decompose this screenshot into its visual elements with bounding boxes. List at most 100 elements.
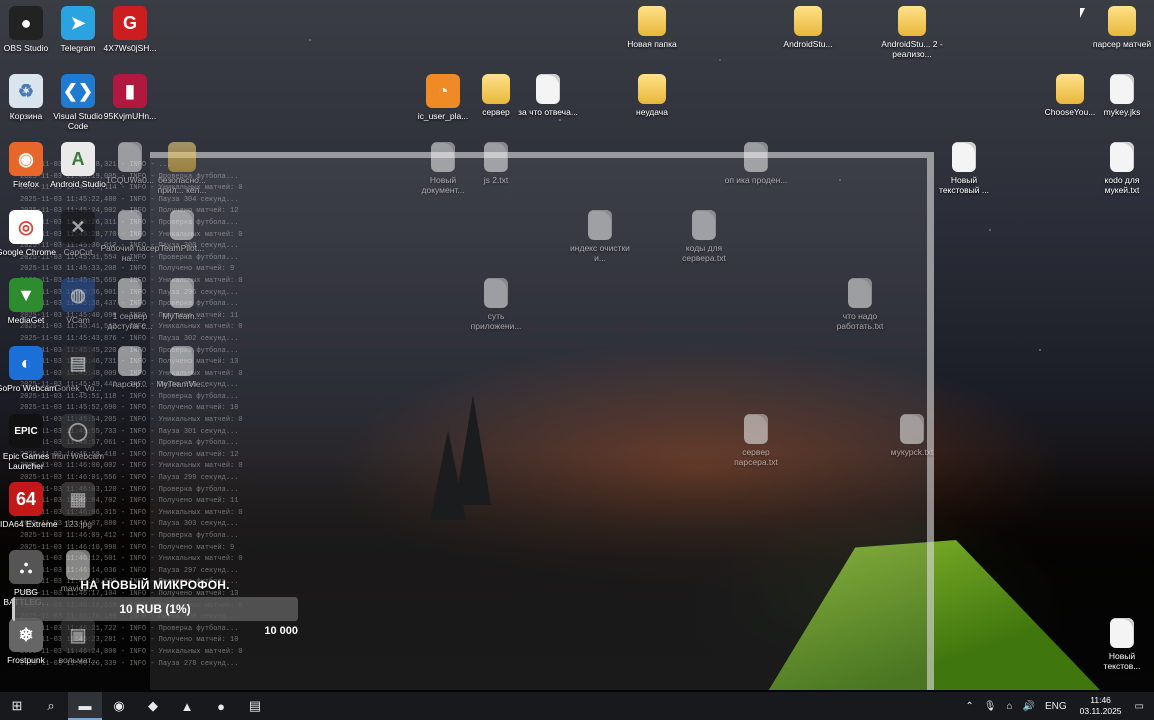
desktop-icon-label: 95KvjmUHn... xyxy=(103,111,157,121)
desktop-icon-label: Новый текстов... xyxy=(1103,651,1141,671)
desktop-icon-label: вольмат... xyxy=(58,655,98,665)
desktop-icon[interactable]: коды для сервера.txt xyxy=(672,210,736,263)
document-icon xyxy=(484,278,508,308)
desktop-icon[interactable]: сервер парсера.txt xyxy=(724,414,788,467)
desktop-icon-label: суть приложени... xyxy=(470,311,522,331)
clock-date: 03.11.2025 xyxy=(1079,706,1122,716)
desktop-icon[interactable]: суть приложени... xyxy=(464,278,528,331)
desktop-icon[interactable]: mykey.jks xyxy=(1090,74,1154,117)
volume-icon[interactable]: 🔊 xyxy=(1018,701,1040,712)
desktop-icon[interactable]: TeamPilot... xyxy=(150,210,214,253)
telegram-icon: ➤ xyxy=(61,6,95,40)
recycle-bin-icon: ♻ xyxy=(9,74,43,108)
document-icon xyxy=(170,210,194,240)
app-icon: G xyxy=(113,6,147,40)
desktop-icon-label: сервер парсера.txt xyxy=(734,447,778,467)
folder-icon xyxy=(1108,6,1136,36)
taskbar-android-studio[interactable]: ◆ xyxy=(136,692,170,720)
desktop-icon[interactable]: MyTeam... xyxy=(150,278,214,321)
desktop-icon[interactable]: парсер матчей xyxy=(1090,6,1154,49)
desktop-icon[interactable]: Новая папка xyxy=(620,6,684,49)
android-studio-icon: A xyxy=(61,142,95,176)
tray-overflow-chevron-icon[interactable]: ⌃ xyxy=(960,701,978,712)
document-icon xyxy=(118,278,142,308)
desktop-icon-label: за что отвеча... xyxy=(518,107,578,117)
gopro-icon: ◐ xyxy=(9,346,43,380)
desktop-icon[interactable]: что надо работать.txt xyxy=(828,278,892,331)
desktop-icon[interactable]: Новый текстов... xyxy=(1090,618,1154,671)
app-icon: ▤ xyxy=(61,346,95,380)
desktop-icon-label: AndroidStu... xyxy=(783,39,833,49)
start-button[interactable]: ⊞ xyxy=(0,692,34,720)
document-icon xyxy=(744,142,768,172)
desktop-icon[interactable]: G 4X7Ws0jSH... xyxy=(98,6,162,53)
desktop-icon[interactable]: js 2.txt xyxy=(464,142,528,185)
app-icon: ▮ xyxy=(113,74,147,108)
donation-widget: НА НОВЫЙ МИКРОФОН. 10 RUB (1%) 10 000 xyxy=(12,578,298,637)
notifications-icon[interactable]: ▭ xyxy=(1130,701,1154,712)
console-line: 2025-11-03 11:46:09,412 - INFO - Проверк… xyxy=(20,532,239,540)
desktop-icon[interactable]: AndroidStu... 2 - реализо... xyxy=(880,6,944,59)
desktop-icon[interactable]: ◯ Iriun Webcam xyxy=(46,414,110,461)
desktop-icon-label: AndroidStu... 2 - реализо... xyxy=(881,39,943,59)
desktop-icon-label: Iriun Webcam xyxy=(51,451,105,461)
firefox-icon: ◉ xyxy=(9,142,43,176)
console-line: 2025-11-03 11:45:33,208 - INFO - Получен… xyxy=(20,265,235,274)
desktop-icon[interactable]: ▮ 95KvjmUHn... xyxy=(98,74,162,121)
taskbar-notepad[interactable]: ▤ xyxy=(238,692,272,720)
taskbar-file-explorer[interactable]: ▬ xyxy=(68,692,102,720)
document-icon xyxy=(1110,618,1134,648)
document-icon xyxy=(1110,74,1134,104)
taskbar-app[interactable]: ▲ xyxy=(170,692,204,720)
document-icon xyxy=(118,346,142,376)
rss-icon: ◔ xyxy=(426,74,460,108)
document-icon xyxy=(1110,142,1134,172)
desktop-icon[interactable]: оп ика проден... xyxy=(724,142,788,185)
language-indicator[interactable]: ENG xyxy=(1040,701,1072,712)
desktop-icon[interactable]: индекс очистки и... xyxy=(568,210,632,263)
console-line: 2025-11-03 11:45:51,118 - INFO - Проверк… xyxy=(20,392,239,401)
desktop-icon[interactable]: ▦ 123.jpg xyxy=(46,482,110,529)
document-icon xyxy=(484,142,508,172)
clock[interactable]: 11:46 03.11.2025 xyxy=(1072,695,1130,717)
desktop-icon[interactable]: мукурсk.txt xyxy=(880,414,944,457)
desktop-icon[interactable]: коdo для мукей.txt xyxy=(1090,142,1154,195)
microphone-icon[interactable]: 🎙 xyxy=(979,701,1002,712)
document-icon xyxy=(118,210,142,240)
document-icon xyxy=(952,142,976,172)
document-icon xyxy=(170,278,194,308)
network-icon[interactable]: ⌂ xyxy=(1001,701,1017,712)
iriun-icon: ◯ xyxy=(61,414,95,448)
desktop-icon[interactable]: MyTeamVie... xyxy=(150,346,214,389)
mediaget-icon: ▼ xyxy=(9,278,43,312)
epic-games-icon: EPIC xyxy=(9,414,43,448)
document-icon xyxy=(848,278,872,308)
folder-icon xyxy=(482,74,510,104)
search-button[interactable]: ⌕ xyxy=(34,692,68,720)
desktop-icon[interactable]: AndroidStu... xyxy=(776,6,840,49)
image-icon: ▦ xyxy=(61,482,95,516)
document-icon xyxy=(118,142,142,172)
folder-icon xyxy=(1056,74,1084,104)
chrome-icon: ◎ xyxy=(9,210,43,244)
console-line: 2025-11-03 11:45:22,480 - INFO - Пауза 3… xyxy=(20,195,239,204)
taskbar-firefox[interactable]: ◉ xyxy=(102,692,136,720)
system-tray: ⌃ 🎙 ⌂ 🔊 ENG 11:46 03.11.2025 ▭ xyxy=(960,692,1154,720)
desktop-icon-label: 4X7Ws0jSH... xyxy=(103,43,157,53)
taskbar-obs[interactable]: ● xyxy=(204,692,238,720)
donation-amount: 10 RUB (1%) xyxy=(119,602,191,616)
desktop-icon[interactable]: безопасно... прил... кел... xyxy=(150,142,214,195)
desktop-icon-label: безопасно... прил... кел... xyxy=(157,175,207,195)
desktop-icon-label: 123.jpg xyxy=(64,519,92,529)
desktop-icon-label: мукурсk.txt xyxy=(890,447,934,457)
donation-goal: 10 000 xyxy=(264,625,298,637)
desktop-icon-label: парсер матчей xyxy=(1092,39,1152,49)
desktop-icon[interactable]: неудача xyxy=(620,74,684,117)
desktop-icon[interactable]: Новый текстовый ... xyxy=(932,142,996,195)
desktop-icon-label: коды для сервера.txt xyxy=(682,243,726,263)
folder-icon xyxy=(794,6,822,36)
desktop-icon[interactable]: за что отвеча... xyxy=(516,74,580,117)
taskbar: ⊞ ⌕ ▬ ◉ ◆ ▲ ● ▤ ⌃ 🎙 ⌂ 🔊 ENG 11:46 03.11.2025 ▭ xyxy=(0,692,1154,720)
document-icon xyxy=(692,210,716,240)
desktop-icon-label: TeamPilot... xyxy=(159,243,205,253)
